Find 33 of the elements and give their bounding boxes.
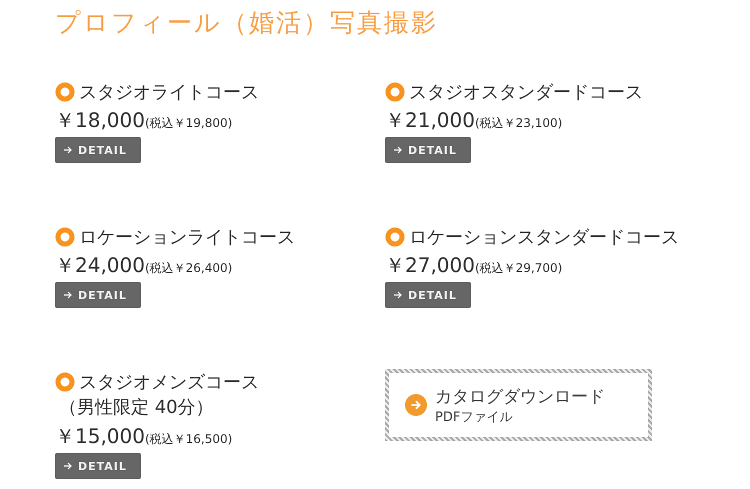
course-price: ￥24,000 bbox=[55, 252, 145, 279]
course-price: ￥15,000 bbox=[55, 423, 145, 450]
detail-button[interactable]: DETAIL bbox=[55, 282, 141, 308]
course-price: ￥27,000 bbox=[385, 252, 475, 279]
arrow-icon bbox=[393, 145, 403, 155]
course-name: ロケーションライトコース bbox=[79, 226, 295, 249]
course-name: ロケーションスタンダードコース bbox=[409, 226, 679, 249]
detail-button[interactable]: DETAIL bbox=[55, 137, 141, 163]
ring-icon bbox=[385, 227, 405, 247]
arrow-icon bbox=[63, 461, 73, 471]
tax-included-price: (税込￥19,800) bbox=[144, 115, 232, 132]
course-price: ￥21,000 bbox=[385, 107, 475, 134]
course-name: スタジオスタンダードコース bbox=[409, 81, 643, 104]
tax-included-price: (税込￥16,500) bbox=[144, 431, 232, 448]
course-note: （男性限定 40分） bbox=[59, 396, 215, 420]
tax-included-price: (税込￥29,700) bbox=[474, 260, 562, 277]
catalog-download-link[interactable]: カタログダウンロード PDFファイル bbox=[385, 369, 652, 441]
ring-icon bbox=[55, 227, 75, 247]
detail-button[interactable]: DETAIL bbox=[385, 137, 471, 163]
course-name: スタジオライトコース bbox=[79, 81, 259, 104]
ring-icon bbox=[385, 82, 405, 102]
tax-included-price: (税込￥26,400) bbox=[144, 260, 232, 277]
arrow-icon bbox=[63, 145, 73, 155]
arrow-icon bbox=[63, 290, 73, 300]
arrow-icon bbox=[393, 290, 403, 300]
course-name: スタジオメンズコース bbox=[79, 371, 259, 394]
tax-included-price: (税込￥23,100) bbox=[474, 115, 562, 132]
course-price: ￥18,000 bbox=[55, 107, 145, 134]
ring-icon bbox=[55, 82, 75, 102]
detail-button[interactable]: DETAIL bbox=[55, 453, 141, 479]
ring-icon bbox=[55, 372, 75, 392]
page-title: プロフィール（婚活）写真撮影 bbox=[55, 7, 439, 39]
detail-button[interactable]: DETAIL bbox=[385, 282, 471, 308]
